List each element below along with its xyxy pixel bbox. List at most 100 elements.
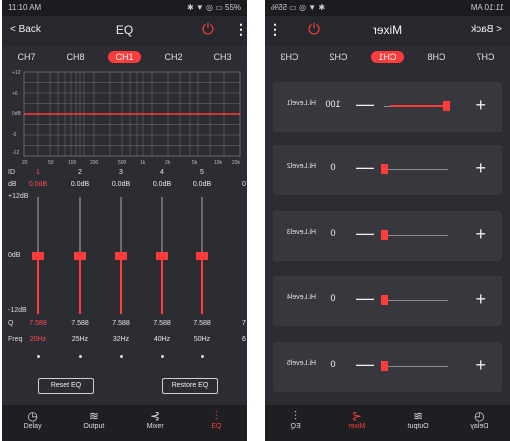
level-value: 0: [330, 228, 336, 238]
band-q-value: 7.588: [193, 320, 211, 327]
level-slider-knob[interactable]: [381, 230, 388, 240]
decrease-icon[interactable]: —: [356, 288, 374, 309]
level-slider-knob[interactable]: [381, 164, 388, 174]
x-tick: 10k: [214, 160, 223, 166]
restore-eq-button[interactable]: Restore EQ: [162, 378, 218, 394]
nav-output[interactable]: ≋ Output: [388, 405, 448, 441]
reset-eq-button[interactable]: Reset EQ: [38, 378, 94, 394]
status-time: 11:10 AM: [470, 3, 504, 12]
x-tick: 20: [22, 160, 28, 166]
increase-icon[interactable]: +: [475, 158, 486, 179]
eq-icon: ⫶: [294, 409, 298, 423]
level-slider-knob[interactable]: [381, 295, 388, 305]
band-dot: [161, 355, 164, 358]
decrease-icon[interactable]: —: [356, 94, 374, 115]
nav-eq-label: EQ: [211, 423, 222, 430]
level-label: Hi.Level4: [286, 294, 316, 301]
x-tick: 50: [48, 160, 54, 166]
level-slider-track[interactable]: [384, 235, 448, 236]
level-value: 0: [330, 293, 336, 303]
mixer-row: + — 0 Hi.Level2: [273, 145, 502, 195]
decrease-icon[interactable]: —: [356, 223, 374, 244]
edge-freq: 6: [242, 336, 246, 343]
nav-eq-label: EQ: [290, 423, 301, 430]
decrease-icon[interactable]: —: [356, 157, 374, 178]
increase-icon[interactable]: +: [475, 95, 486, 116]
band-frequency: 32Hz: [112, 336, 130, 343]
status-bar: 11:10 AM ✱ ▼ ◎ ▭ 55%: [265, 0, 510, 16]
power-icon[interactable]: ⏻: [308, 21, 320, 38]
band-slider-knob[interactable]: [115, 251, 127, 260]
min-db-label: -12dB: [8, 307, 27, 314]
decrease-icon[interactable]: —: [356, 354, 374, 375]
band-gain-value: 0.0dB: [70, 181, 90, 188]
mixer-icon: ⊰: [150, 409, 161, 423]
increase-icon[interactable]: +: [475, 355, 486, 376]
band-id: 2: [78, 169, 82, 176]
timer-icon: ◷: [27, 409, 38, 423]
tab-ch8[interactable]: CH8: [59, 51, 91, 63]
edge-db: 0: [242, 181, 246, 188]
level-label: Hi.Level5: [286, 360, 316, 367]
mixer-row: + — 0 Hi.Level5: [273, 342, 502, 392]
band-slider-knob[interactable]: [32, 251, 44, 260]
tab-ch1[interactable]: CH1: [108, 51, 141, 63]
tab-ch7[interactable]: CH7: [10, 51, 42, 63]
tab-ch2[interactable]: CH2: [157, 51, 189, 63]
band-frequency: 50Hz: [193, 336, 211, 343]
nav-mixer[interactable]: ⊰ Mixer: [327, 405, 387, 441]
level-slider-track[interactable]: [384, 169, 448, 170]
level-slider-track[interactable]: [384, 300, 448, 301]
band-slider-knob[interactable]: [156, 251, 168, 260]
nav-mixer-label: Mixer: [348, 423, 366, 430]
band-slider-knob[interactable]: [74, 251, 86, 260]
q-label: Q: [8, 320, 14, 327]
y-tick: +6: [12, 91, 18, 97]
band-q-value: 7.588: [29, 320, 47, 327]
level-label: Hi.Level3: [286, 229, 316, 236]
band-gain-value: 0.0dB: [111, 181, 131, 188]
eq-screen: 11:10 AM ✱ ▼ ◎ ▭ 55% < Back EQ ⏻ ⋮ CH7 C…: [2, 0, 247, 441]
nav-delay[interactable]: ◷ Delay: [3, 405, 63, 441]
status-icons: ✱ ▼ ◎ ▭ 55%: [271, 3, 326, 12]
level-value: 0: [330, 162, 336, 172]
level-value: 100: [325, 99, 341, 109]
tab-ch2[interactable]: CH2: [323, 51, 355, 63]
eq-curve-graph: +12 +6 0dB -6 -12 20 50 100 200 500 1k 2…: [10, 70, 242, 166]
band-frequency: 20Hz: [29, 336, 47, 343]
tab-ch3[interactable]: CH3: [206, 51, 238, 63]
more-menu-icon[interactable]: ⋮: [268, 21, 282, 38]
tab-ch1[interactable]: CH1: [371, 51, 404, 63]
bottom-nav: ◷ Delay ≋ Output ⊰ Mixer ⫶ EQ: [2, 405, 247, 441]
band-slider-fill: [201, 255, 203, 314]
nav-output-label: Output: [407, 423, 429, 430]
band-slider-knob[interactable]: [196, 251, 208, 260]
tab-ch3[interactable]: CH3: [274, 51, 306, 63]
nav-delay[interactable]: ◷ Delay: [449, 405, 509, 441]
nav-eq[interactable]: ⫶ EQ: [266, 405, 326, 441]
nav-eq[interactable]: ⫶ EQ: [186, 405, 246, 441]
band-dot: [201, 355, 204, 358]
more-menu-icon[interactable]: ⋮: [234, 21, 247, 38]
band-gain-value: 0.0dB: [192, 181, 212, 188]
mixer-row: + — 0 Hi.Level3: [273, 211, 502, 261]
nav-mixer[interactable]: ⊰ Mixer: [125, 405, 185, 441]
band-dot: [79, 355, 82, 358]
zero-db-label: 0dB: [8, 252, 21, 259]
nav-output[interactable]: ≋ Output: [64, 405, 124, 441]
tab-ch7[interactable]: CH7: [470, 51, 502, 63]
band-frequency: 40Hz: [153, 336, 171, 343]
increase-icon[interactable]: +: [475, 224, 486, 245]
power-icon[interactable]: ⏻: [202, 22, 214, 37]
tab-ch8[interactable]: CH8: [421, 51, 453, 63]
nav-bar: < Back Mixer ⏻ ⋮: [265, 16, 510, 46]
page-title: Mixer: [372, 23, 403, 37]
bottom-nav: ◷ Delay ≋ Output ⊰ Mixer ⫶ EQ: [265, 405, 510, 441]
increase-icon[interactable]: +: [475, 289, 486, 310]
band-slider-fill: [79, 255, 81, 314]
band-slider-fill: [37, 255, 39, 314]
band-dot: [37, 355, 40, 358]
level-slider-track[interactable]: [384, 366, 448, 367]
db-label: dB: [8, 181, 17, 188]
level-slider-knob[interactable]: [381, 361, 388, 371]
